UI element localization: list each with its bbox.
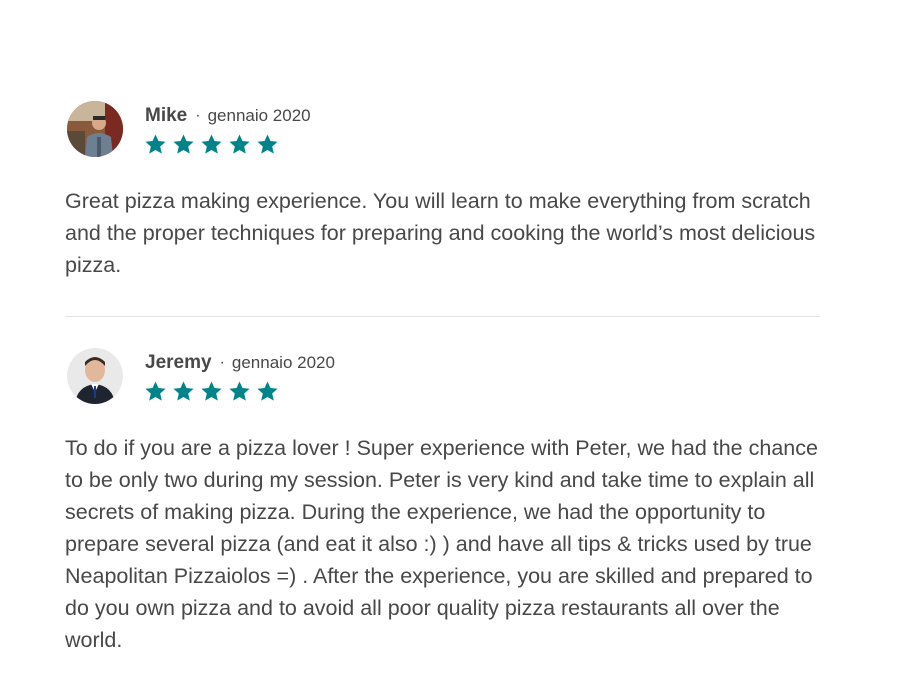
review-date: gennaio 2020 xyxy=(231,353,335,372)
meta-separator: · xyxy=(219,354,225,371)
review-item: Mike · gennaio 2020 Great pizza making exp… xyxy=(65,101,825,277)
review-item: Jeremy · gennaio 2020 To do if you are a p… xyxy=(65,348,825,652)
avatar-photo xyxy=(67,348,123,404)
reviewer-name[interactable]: Mike xyxy=(145,105,187,126)
star-icon xyxy=(173,381,194,401)
review-text: Great pizza making experience. You will … xyxy=(65,189,816,277)
avatar-photo xyxy=(67,101,123,157)
star-icon xyxy=(229,134,250,154)
review-date: gennaio 2020 xyxy=(207,106,311,125)
review-divider xyxy=(65,316,820,317)
avatar[interactable] xyxy=(67,348,123,404)
review-text: To do if you are a pizza lover ! Super e… xyxy=(65,436,818,652)
star-rating xyxy=(144,133,279,157)
avatar[interactable] xyxy=(67,101,123,157)
reviews-list: Mike · gennaio 2020 Great pizza making exp… xyxy=(0,0,900,700)
star-icon xyxy=(257,134,278,154)
star-icon xyxy=(145,134,166,154)
star-icon xyxy=(257,381,278,401)
star-icon xyxy=(201,134,222,154)
star-icon xyxy=(145,381,166,401)
review-meta: Mike · gennaio 2020 xyxy=(145,105,311,127)
review-meta: Jeremy · gennaio 2020 xyxy=(145,352,335,374)
review-header: Mike · gennaio 2020 xyxy=(65,101,825,159)
star-icon xyxy=(173,134,194,154)
star-icon xyxy=(201,381,222,401)
star-rating xyxy=(144,380,279,404)
meta-separator: · xyxy=(195,107,201,124)
reviewer-name[interactable]: Jeremy xyxy=(145,352,212,373)
star-icon xyxy=(229,381,250,401)
review-header: Jeremy · gennaio 2020 xyxy=(65,348,825,406)
